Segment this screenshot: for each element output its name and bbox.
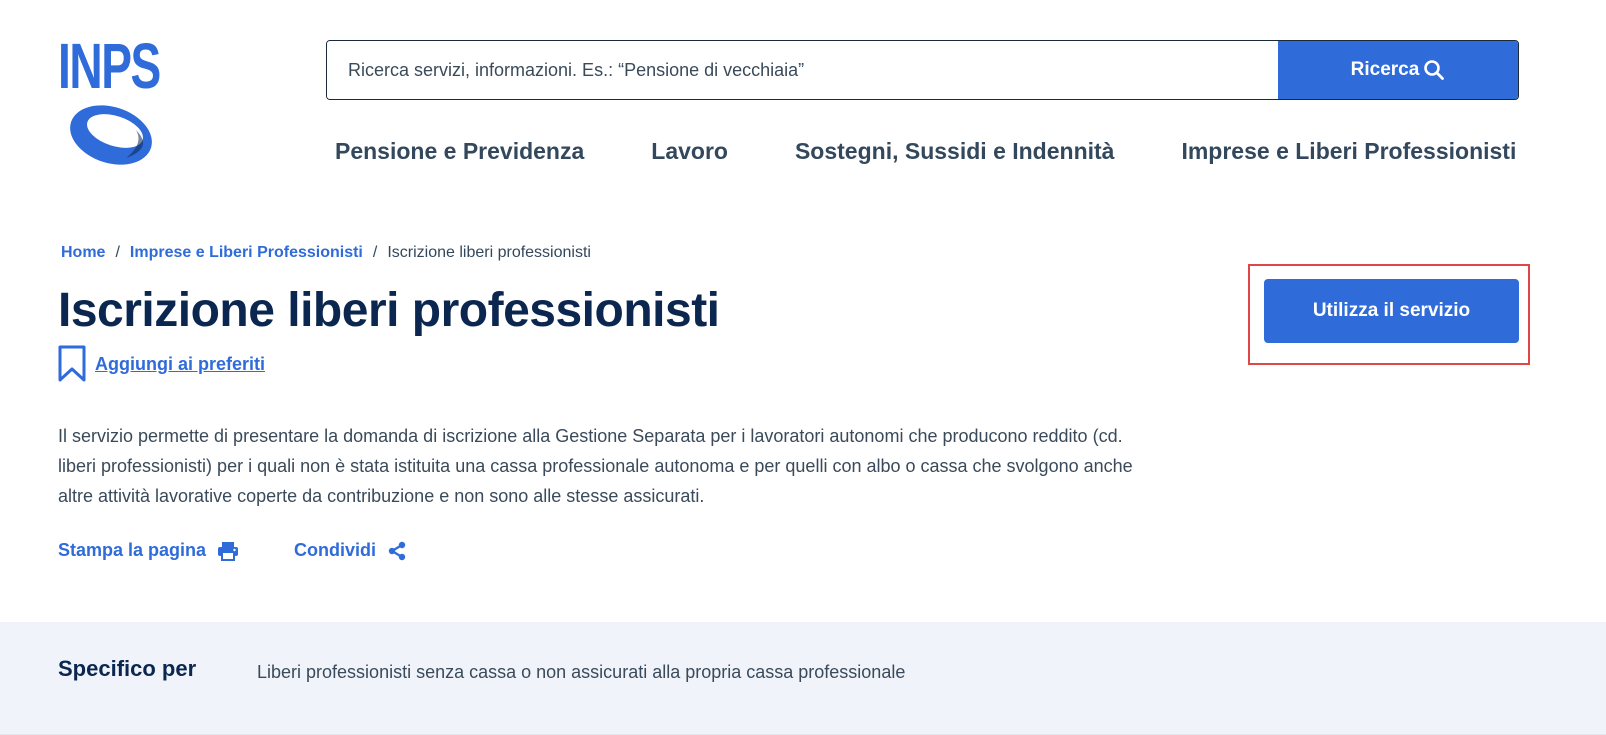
nav-item-pensione[interactable]: Pensione e Previdenza [335,138,584,165]
print-page-button[interactable]: Stampa la pagina [58,540,239,561]
share-button[interactable]: Condividi [294,540,407,561]
specific-for-label: Specifico per [58,656,197,681]
nav-item-lavoro[interactable]: Lavoro [651,138,728,165]
breadcrumb: Home / Imprese e Liberi Professionisti /… [61,244,591,262]
specific-for-section: Specifico per Liberi professionisti senz… [0,622,1606,735]
search-button-label: Ricerca [1350,59,1420,80]
specific-for-value: Liberi professionisti senza cassa o non … [257,662,906,682]
breadcrumb-imprese[interactable]: Imprese e Liberi Professionisti [130,244,363,262]
breadcrumb-home[interactable]: Home [61,244,105,262]
bookmark-icon [58,345,86,382]
favorite-label: Aggiungi ai preferiti [95,353,266,374]
logo-text: INPS [58,30,161,102]
search-bar: Ricerca [326,40,1519,100]
nav-item-sostegni[interactable]: Sostegni, Sussidi e Indennità [795,138,1115,165]
share-label: Condividi [294,540,377,560]
print-label: Stampa la pagina [58,540,207,560]
breadcrumb-separator: / [115,244,120,261]
search-input[interactable] [327,41,1278,99]
page-title: Iscrizione liberi professionisti [58,284,720,337]
breadcrumb-separator: / [372,244,378,261]
inps-logo[interactable]: INPS [58,30,168,165]
page-actions: Stampa la pagina Condividi [58,540,407,561]
breadcrumb-current: Iscrizione liberi professionisti [387,244,591,261]
share-icon [388,541,406,560]
service-description: Il servizio permette di presentare la do… [58,426,1133,506]
search-icon [1424,60,1445,80]
printer-icon [218,541,239,561]
nav-item-imprese[interactable]: Imprese e Liberi Professionisti [1181,138,1516,165]
add-favorite-link[interactable]: Aggiungi ai preferiti [58,345,265,383]
use-service-button[interactable]: Utilizza il servizio [1264,279,1519,343]
logo-ring-icon [70,105,152,165]
main-nav: Pensione e Previdenza Lavoro Sostegni, S… [335,138,1516,165]
search-button[interactable]: Ricerca [1278,41,1518,99]
